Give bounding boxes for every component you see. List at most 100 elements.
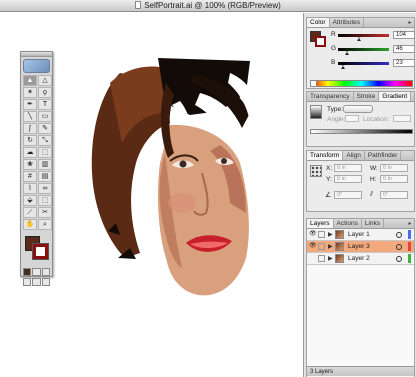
- layer-name[interactable]: Layer 3: [348, 243, 370, 251]
- stroke-swatch[interactable]: [32, 243, 49, 260]
- color-mode-button[interactable]: [23, 268, 32, 276]
- tab-gradient[interactable]: Gradient: [379, 92, 412, 101]
- slice-tool[interactable]: ⟋: [23, 207, 37, 218]
- live-paint-bucket-tool[interactable]: ⬙: [23, 195, 37, 206]
- symbol-sprayer-tool[interactable]: ❀: [23, 159, 37, 170]
- lock-toggle[interactable]: [318, 243, 325, 250]
- slider-b[interactable]: B 23: [331, 59, 415, 69]
- color-spectrum-bar[interactable]: [310, 80, 413, 87]
- target-circle-icon[interactable]: [396, 244, 402, 250]
- visibility-eye-icon[interactable]: [309, 255, 316, 262]
- tool-grid: ▲ △ ✶ ϙ ✒ T ╲ ▭ ∫ ✎ ↻ ⤡ ☁ ⬚ ❀ ▥ # ▤ ⌇ ∞ ⬙ ⬚ ⟋ ✂ ✋ ⌕: [21, 73, 52, 230]
- slider-value-field[interactable]: 46: [393, 45, 415, 53]
- selection-tool[interactable]: ▲: [23, 75, 37, 86]
- gradient-type-select[interactable]: [343, 105, 373, 113]
- visibility-eye-icon[interactable]: 👁: [309, 243, 317, 250]
- tab-actions[interactable]: Actions: [334, 219, 362, 228]
- slider-track[interactable]: [338, 62, 389, 65]
- eyedropper-tool[interactable]: ⌇: [23, 183, 37, 194]
- direct-selection-tool[interactable]: △: [38, 75, 52, 86]
- tools-palette-grip[interactable]: [21, 52, 52, 57]
- lock-toggle[interactable]: [318, 231, 325, 238]
- layer-name[interactable]: Layer 2: [348, 255, 370, 263]
- expand-triangle-icon[interactable]: ▶: [328, 256, 333, 262]
- color-stroke-swatch[interactable]: [315, 36, 326, 47]
- slider-label: G: [331, 45, 337, 52]
- slider-value-field[interactable]: 104: [393, 31, 415, 39]
- visibility-eye-icon[interactable]: 👁: [309, 231, 317, 238]
- tab-stroke[interactable]: Stroke: [354, 92, 380, 101]
- gradient-swatch[interactable]: [310, 105, 322, 119]
- gradient-tool[interactable]: ▤: [38, 171, 52, 182]
- warp-tool[interactable]: ☁: [23, 147, 37, 158]
- full-screen-mode-button[interactable]: [41, 278, 50, 286]
- illustrator-logo: [23, 59, 50, 73]
- lock-toggle[interactable]: [318, 255, 325, 262]
- rectangle-tool[interactable]: ▭: [38, 111, 52, 122]
- slider-r[interactable]: R 104: [331, 31, 415, 41]
- line-tool[interactable]: ╲: [23, 111, 37, 122]
- reference-point-grid[interactable]: [310, 165, 322, 177]
- tab-pathfinder[interactable]: Pathfinder: [365, 151, 402, 160]
- panel-menu-icon[interactable]: ▸: [406, 18, 414, 27]
- tab-transparency[interactable]: Transparency: [307, 92, 354, 101]
- shear-field[interactable]: 0°: [380, 191, 408, 199]
- none-color-swatch[interactable]: [310, 80, 317, 87]
- mesh-tool[interactable]: #: [23, 171, 37, 182]
- layer-name[interactable]: Layer 1: [348, 231, 370, 239]
- rotate-field[interactable]: 0°: [334, 191, 362, 199]
- standard-screen-mode-button[interactable]: [23, 278, 32, 286]
- expand-triangle-icon[interactable]: ▶: [328, 232, 333, 238]
- tab-align[interactable]: Align: [343, 151, 365, 160]
- slider-thumb[interactable]: [340, 65, 345, 69]
- target-circle-icon[interactable]: [396, 256, 402, 262]
- hand-tool[interactable]: ✋: [23, 219, 37, 230]
- tab-transform[interactable]: Transform: [307, 151, 344, 160]
- h-field[interactable]: 0 in: [380, 175, 408, 183]
- gradient-location-field[interactable]: [393, 115, 411, 122]
- gradient-mode-button[interactable]: [32, 268, 41, 276]
- slider-thumb[interactable]: [345, 51, 350, 55]
- zoom-tool[interactable]: ⌕: [38, 219, 52, 230]
- free-transform-tool[interactable]: ⬚: [38, 147, 52, 158]
- graph-tool[interactable]: ▥: [38, 159, 52, 170]
- gradient-slider-bar[interactable]: [310, 129, 413, 134]
- expand-triangle-icon[interactable]: ▶: [328, 244, 333, 250]
- gradient-angle-field[interactable]: [345, 115, 359, 122]
- tab-links[interactable]: Links: [362, 219, 385, 228]
- layers-menu-icon[interactable]: ▸: [406, 219, 414, 228]
- tools-palette[interactable]: ▲ △ ✶ ϙ ✒ T ╲ ▭ ∫ ✎ ↻ ⤡ ☁ ⬚ ❀ ▥ # ▤ ⌇ ∞ ⬙ ⬚ ⟋ ✂ ✋ ⌕: [20, 51, 53, 286]
- tab-attributes[interactable]: Attributes: [330, 18, 365, 27]
- live-paint-selection-tool[interactable]: ⬚: [38, 195, 52, 206]
- none-mode-button[interactable]: [41, 268, 50, 276]
- slider-label: B: [331, 59, 336, 66]
- window-title-bar: SelfPortrait.ai @ 100% (RGB/Preview): [0, 0, 416, 12]
- pencil-tool[interactable]: ✎: [38, 123, 52, 134]
- rotate-tool[interactable]: ↻: [23, 135, 37, 146]
- lasso-tool[interactable]: ϙ: [38, 87, 52, 98]
- scale-tool[interactable]: ⤡: [38, 135, 52, 146]
- tab-color[interactable]: Color: [307, 18, 330, 27]
- layer-row[interactable]: 👁 ▶ Layer 1: [307, 229, 414, 241]
- layer-row[interactable]: ▶ Layer 2: [307, 253, 414, 265]
- slider-value-field[interactable]: 23: [393, 59, 415, 67]
- x-field[interactable]: 0 in: [334, 164, 362, 172]
- slider-track[interactable]: [338, 34, 389, 37]
- y-field[interactable]: 0 in: [334, 175, 362, 183]
- self-portrait-artwork[interactable]: [70, 53, 280, 303]
- slider-g[interactable]: G 46: [331, 45, 415, 55]
- type-tool[interactable]: T: [38, 99, 52, 110]
- paintbrush-tool[interactable]: ∫: [23, 123, 37, 134]
- scissors-tool[interactable]: ✂: [38, 207, 52, 218]
- w-label: W:: [370, 165, 378, 172]
- slider-thumb[interactable]: [356, 37, 361, 41]
- blend-tool[interactable]: ∞: [38, 183, 52, 194]
- w-field[interactable]: 0 in: [380, 164, 408, 172]
- magic-wand-tool[interactable]: ✶: [23, 87, 37, 98]
- gradient-panel-tabs: Transparency Stroke Gradient: [307, 92, 414, 102]
- pen-tool[interactable]: ✒: [23, 99, 37, 110]
- layer-row[interactable]: 👁 ▶ Layer 3: [307, 241, 414, 253]
- tab-layers[interactable]: Layers: [307, 219, 334, 228]
- full-screen-menu-mode-button[interactable]: [32, 278, 41, 286]
- target-circle-icon[interactable]: [396, 232, 402, 238]
